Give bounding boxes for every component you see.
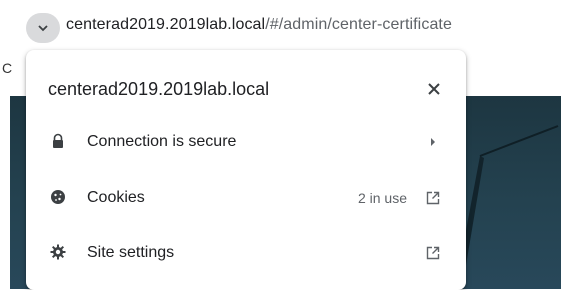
cookies-row[interactable]: Cookies 2 in use bbox=[26, 172, 466, 224]
site-info-chip[interactable] bbox=[26, 13, 60, 43]
connection-security-row[interactable]: Connection is secure bbox=[26, 116, 466, 168]
page-peek-text: C bbox=[2, 60, 13, 76]
address-bar: centerad2019.2019lab.local/#/admin/cente… bbox=[0, 0, 561, 44]
url-path: /#/admin/center-certificate bbox=[265, 16, 452, 33]
gear-icon bbox=[50, 244, 66, 260]
url-text[interactable]: centerad2019.2019lab.local/#/admin/cente… bbox=[66, 16, 452, 34]
connection-security-label: Connection is secure bbox=[87, 133, 237, 150]
close-button[interactable] bbox=[425, 80, 443, 98]
lock-icon bbox=[50, 133, 66, 149]
chevron-right-icon bbox=[425, 134, 441, 150]
popup-title: centerad2019.2019lab.local bbox=[48, 79, 270, 99]
site-info-popup: centerad2019.2019lab.local Connection is… bbox=[26, 50, 466, 290]
cookies-label: Cookies bbox=[87, 189, 145, 206]
cookie-icon bbox=[50, 189, 66, 205]
site-settings-label: Site settings bbox=[87, 244, 175, 261]
site-settings-row[interactable]: Site settings bbox=[26, 227, 466, 279]
url-host: centerad2019.2019lab.local bbox=[66, 16, 266, 33]
external-link-icon bbox=[425, 190, 441, 206]
cookies-count: 2 in use bbox=[357, 190, 407, 206]
close-icon bbox=[425, 83, 443, 102]
external-link-icon bbox=[425, 245, 441, 261]
